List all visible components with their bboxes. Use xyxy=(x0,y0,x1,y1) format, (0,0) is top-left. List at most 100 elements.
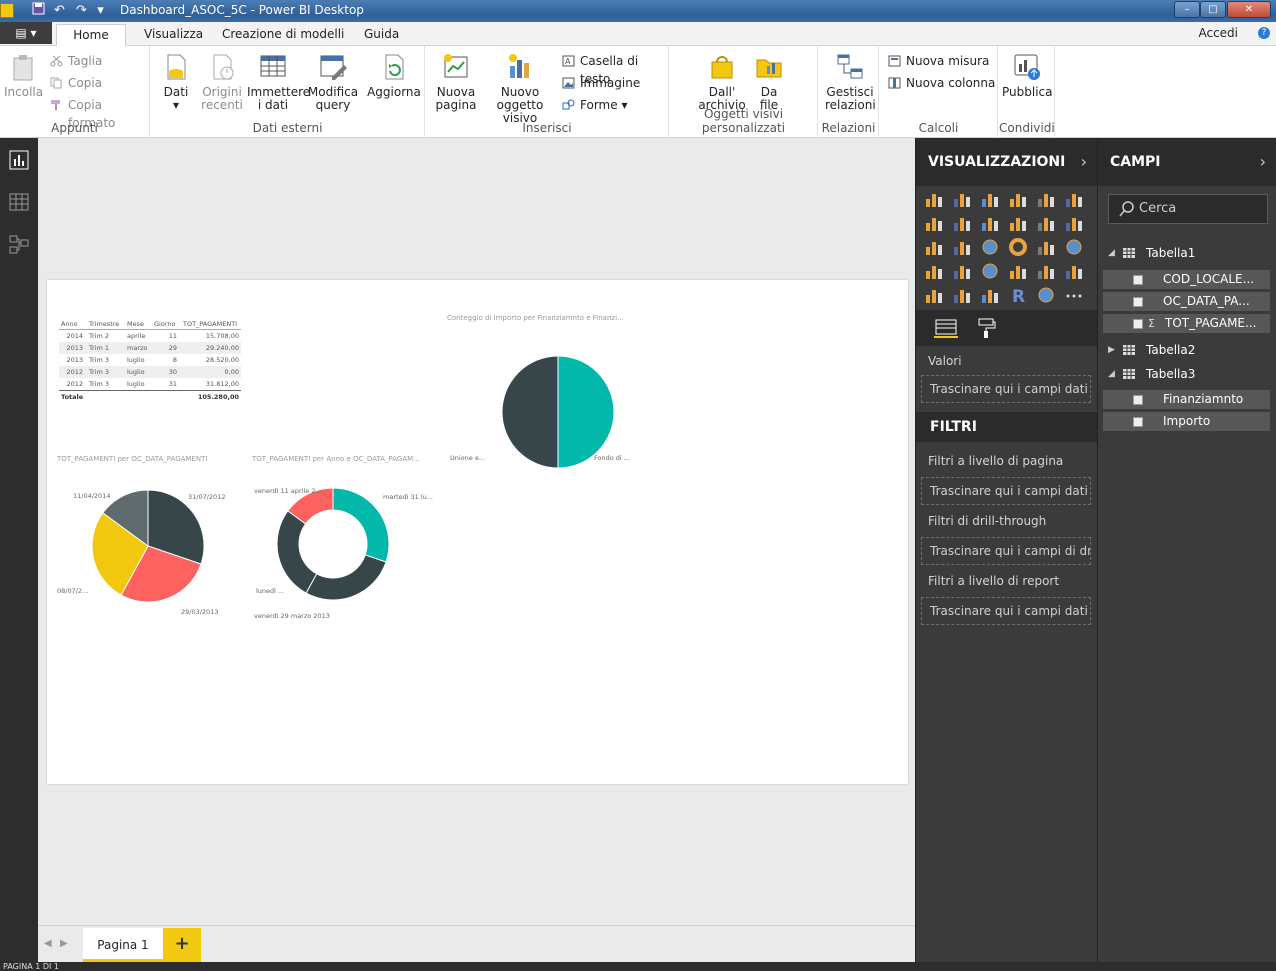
ribbon-chart-icon[interactable] xyxy=(1064,214,1084,232)
new-column-button[interactable]: Nuova colonna xyxy=(886,74,995,92)
stacked-column-icon[interactable] xyxy=(952,190,972,208)
field-checkbox[interactable] xyxy=(1133,297,1143,307)
minimize-button[interactable]: – xyxy=(1174,1,1200,18)
refresh-button[interactable]: Aggiorna xyxy=(367,52,421,99)
table-node-tabella3[interactable]: ◢ Tabella3 xyxy=(1106,364,1195,384)
matrix-icon[interactable] xyxy=(980,286,1000,304)
table-header-anno[interactable]: Anno xyxy=(61,318,78,330)
r-script-icon[interactable]: R xyxy=(1008,286,1028,307)
report-page[interactable]: Anno Trimestre Mese Giorno TOT_PAGAMENTI… xyxy=(47,280,908,784)
table-row[interactable]: 2013 Trim 1 marzo 29 29.240,00 xyxy=(59,342,241,354)
tab-guida[interactable]: Guida xyxy=(354,24,409,46)
copy-button[interactable]: Copia xyxy=(48,74,102,92)
pie-slice-3-2[interactable] xyxy=(277,510,318,594)
file-menu-button[interactable]: ▤ ▾ xyxy=(0,22,52,44)
line-column-icon[interactable] xyxy=(1008,214,1028,232)
stacked-area-icon[interactable] xyxy=(980,214,1000,232)
recent-sources-button[interactable]: Origini recenti xyxy=(199,52,245,112)
pie-chart-pagamenti[interactable] xyxy=(87,490,217,620)
tab-creazione-modelli[interactable]: Creazione di modelli xyxy=(212,24,354,46)
get-data-button[interactable]: Dati ▾ xyxy=(159,52,193,112)
report-view-icon[interactable] xyxy=(9,150,29,170)
new-page-button[interactable]: Nuova pagina xyxy=(432,52,480,112)
table-header-tot-pagamenti[interactable]: TOT_PAGAMENTI xyxy=(183,318,237,330)
manage-relationships-button[interactable]: Gestisci relazioni xyxy=(825,52,876,112)
multi-card-icon[interactable] xyxy=(1036,262,1056,280)
arcgis-icon[interactable] xyxy=(1036,286,1056,304)
add-page-button[interactable]: + xyxy=(163,928,201,962)
gauge-icon[interactable] xyxy=(980,262,1000,280)
line-clustered-icon[interactable] xyxy=(1036,214,1056,232)
field-importo[interactable]: Importo xyxy=(1103,412,1270,431)
100-bar-icon[interactable] xyxy=(1036,190,1056,208)
image-button[interactable]: Immagine xyxy=(560,74,640,92)
quick-access-menu-icon[interactable]: ▾ xyxy=(92,2,109,19)
maximize-button[interactable]: □ xyxy=(1200,1,1226,18)
pie-slice-1-0[interactable] xyxy=(557,355,615,469)
fields-search-input[interactable]: Cerca xyxy=(1108,194,1268,224)
table-row[interactable]: 2012 Trim 3 luglio 30 0,00 xyxy=(59,366,241,378)
pie-slice-3-1[interactable] xyxy=(305,554,387,601)
page-filters-drop-zone[interactable]: Trascinare qui i campi dati xyxy=(921,477,1091,505)
field-checkbox[interactable] xyxy=(1133,417,1143,427)
100-column-icon[interactable] xyxy=(1064,190,1084,208)
next-page-icon[interactable]: ▶ xyxy=(60,938,68,949)
redo-icon[interactable]: ↷ xyxy=(73,2,90,19)
tab-home[interactable]: Home xyxy=(56,24,126,46)
field-cod-locale[interactable]: COD_LOCALE... xyxy=(1103,270,1270,289)
new-visual-button[interactable]: Nuovo oggetto visivo xyxy=(482,52,558,125)
table-header-giorno[interactable]: Giorno xyxy=(154,318,175,330)
text-box-button[interactable]: A Casella di testo xyxy=(560,52,668,86)
paste-button[interactable]: Incolla xyxy=(4,52,43,99)
kpi-icon[interactable] xyxy=(1064,262,1084,280)
pie-slice-1-1[interactable] xyxy=(501,355,559,469)
stacked-bar-icon[interactable] xyxy=(924,190,944,208)
field-checkbox[interactable] xyxy=(1133,395,1143,405)
table-row[interactable]: 2014 Trim 2 aprile 11 15.708,00 xyxy=(59,330,241,342)
close-button[interactable]: ✕ xyxy=(1227,1,1271,18)
sign-in-link[interactable]: Accedi xyxy=(1198,26,1238,40)
table-node-tabella2[interactable]: ▶ Tabella2 xyxy=(1106,340,1195,360)
field-checkbox[interactable] xyxy=(1133,319,1143,329)
field-finanziamento[interactable]: Finanziamnto xyxy=(1103,390,1270,409)
pie-slice-3-0[interactable] xyxy=(332,488,390,563)
funnel-icon[interactable] xyxy=(952,262,972,280)
help-icon[interactable]: ? xyxy=(1258,27,1270,39)
shapes-button[interactable]: Forme ▾ xyxy=(560,96,627,114)
cut-button[interactable]: Taglia xyxy=(48,52,102,70)
fields-tab-icon[interactable] xyxy=(934,318,958,338)
table-node-tabella1[interactable]: ◢ Tabella1 xyxy=(1106,243,1195,263)
data-view-icon[interactable] xyxy=(9,192,29,212)
donut-chart-icon[interactable] xyxy=(1008,238,1028,256)
relationships-view-icon[interactable] xyxy=(9,234,29,254)
collapse-visualizations-icon[interactable]: › xyxy=(1081,138,1087,186)
field-oc-data-pagamenti[interactable]: OC_DATA_PA... xyxy=(1103,292,1270,311)
table-row[interactable]: 2013 Trim 3 luglio 8 28.520,00 xyxy=(59,354,241,366)
table-visual[interactable]: Anno Trimestre Mese Giorno TOT_PAGAMENTI… xyxy=(59,318,241,402)
prev-page-icon[interactable]: ◀ xyxy=(44,938,52,949)
pie-chart-icon[interactable] xyxy=(980,238,1000,256)
from-file-button[interactable]: Da file xyxy=(750,52,788,112)
tab-visualizza[interactable]: Visualizza xyxy=(134,24,213,46)
from-store-button[interactable]: Dall' archivio xyxy=(698,52,746,112)
slicer-icon[interactable] xyxy=(924,286,944,304)
waterfall-icon[interactable] xyxy=(924,238,944,256)
new-measure-button[interactable]: Nuova misura xyxy=(886,52,989,70)
field-tot-pagamenti[interactable]: Σ TOT_PAGAME... xyxy=(1103,314,1270,333)
values-drop-zone[interactable]: Trascinare qui i campi dati xyxy=(921,375,1091,403)
publish-button[interactable]: Pubblica xyxy=(1002,52,1052,99)
format-painter-button[interactable]: Copia formato xyxy=(48,96,149,130)
clustered-column-icon[interactable] xyxy=(1008,190,1028,208)
collapse-fields-icon[interactable]: › xyxy=(1260,138,1266,186)
table-header-trimestre[interactable]: Trimestre xyxy=(89,318,119,330)
table-icon[interactable] xyxy=(952,286,972,304)
filled-map-icon[interactable] xyxy=(924,262,944,280)
format-paint-roller-icon[interactable] xyxy=(976,317,996,339)
treemap-icon[interactable] xyxy=(1036,238,1056,256)
enter-data-button[interactable]: Immettere i dati xyxy=(247,52,310,112)
scatter-icon[interactable] xyxy=(952,238,972,256)
more-visuals-icon[interactable] xyxy=(1064,286,1084,304)
line-chart-icon[interactable] xyxy=(924,214,944,232)
clustered-bar-icon[interactable] xyxy=(980,190,1000,208)
field-checkbox[interactable] xyxy=(1133,275,1143,285)
